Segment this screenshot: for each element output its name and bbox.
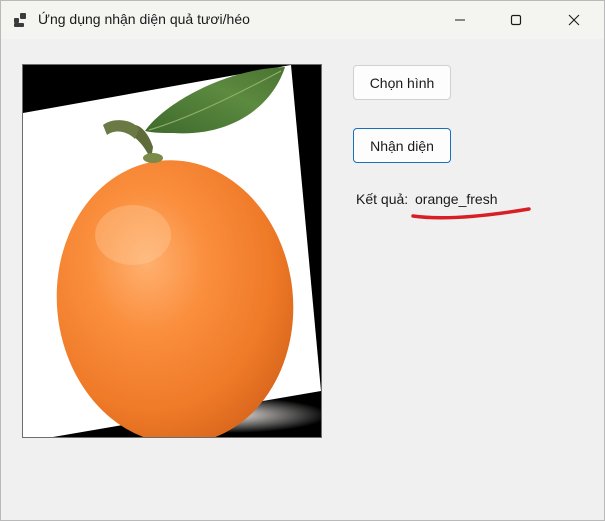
choose-image-button[interactable]: Chọn hình — [353, 65, 451, 100]
minimize-button[interactable] — [437, 1, 483, 39]
close-icon — [568, 14, 580, 26]
maximize-button[interactable] — [493, 1, 539, 39]
result-label: Kết quả: — [356, 191, 409, 207]
window-title: Ứng dụng nhận diện quả tươi/héo — [38, 11, 250, 27]
client-area: Chọn hình Nhận diện Kết quả: orange_fres… — [1, 39, 604, 520]
detect-button[interactable]: Nhận diện — [353, 128, 451, 163]
orange-image — [23, 65, 321, 437]
title-bar[interactable]: Ứng dụng nhận diện quả tươi/héo — [1, 1, 604, 39]
minimize-icon — [454, 14, 466, 26]
image-preview — [22, 64, 322, 438]
maximize-icon — [510, 14, 522, 26]
red-underline-annotation — [411, 207, 531, 220]
app-window: Ứng dụng nhận diện quả tươi/héo Chọn hìn… — [0, 0, 605, 521]
close-button[interactable] — [551, 1, 597, 39]
app-icon — [12, 12, 28, 28]
